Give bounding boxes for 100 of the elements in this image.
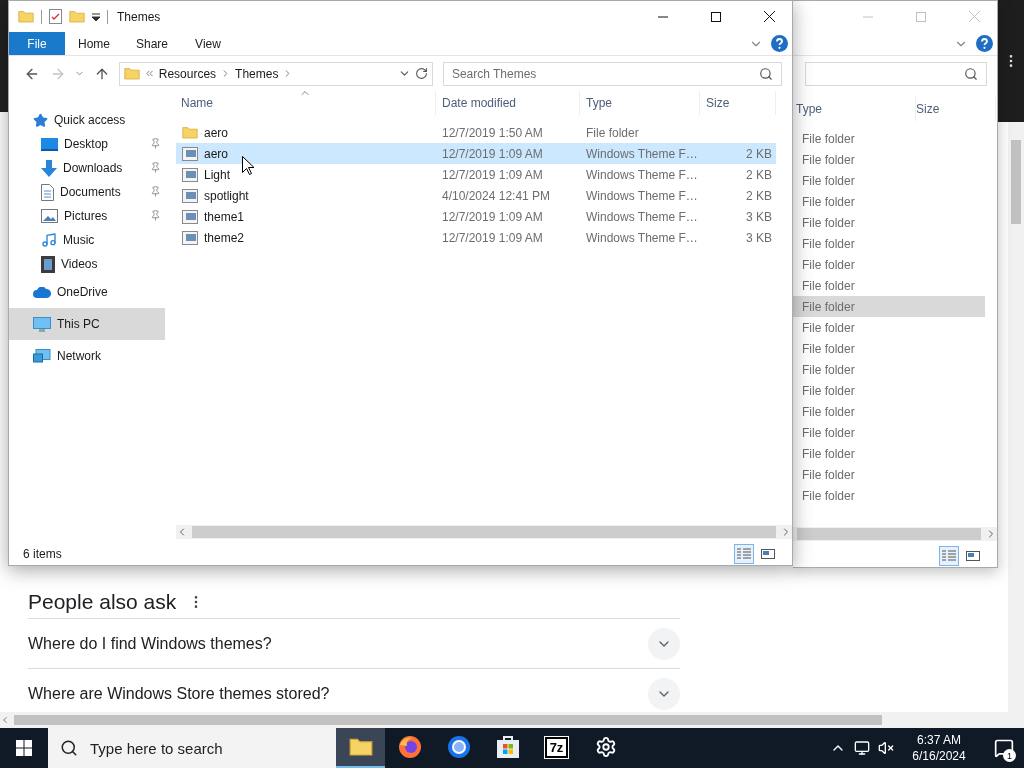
ribbon-tab[interactable]: Home (65, 32, 123, 55)
horizontal-scrollbar[interactable] (0, 712, 1024, 728)
file-row[interactable]: File folder (793, 296, 985, 317)
help-icon[interactable] (976, 35, 993, 52)
film-icon (41, 255, 55, 273)
file-row[interactable]: File folder (793, 380, 985, 401)
file-row[interactable]: theme1 12/7/2019 1:09 AM Windows Theme F… 3 KB (176, 206, 776, 227)
question-link[interactable]: Where do I find Windows themes? (28, 634, 272, 653)
file-row[interactable]: File folder (793, 485, 985, 506)
file-row[interactable]: File folder (793, 191, 985, 212)
file-row[interactable]: File folder (793, 359, 985, 380)
search-field[interactable]: Search Themes (442, 61, 782, 86)
file-row[interactable]: aero 12/7/2019 1:09 AM Windows Theme F… 2 KB (176, 143, 776, 164)
clock[interactable]: 6:37 AM 6/16/2024 (902, 732, 976, 764)
file-row[interactable]: Light 12/7/2019 1:09 AM Windows Theme F… 2 KB (176, 164, 776, 185)
overflow-icon[interactable] (143, 68, 155, 79)
maximize-icon[interactable] (711, 11, 721, 22)
file-type: Windows Theme F… (585, 188, 699, 203)
column-header[interactable]: Type (580, 91, 700, 115)
file-type: File folder (801, 131, 855, 146)
vertical-scrollbar[interactable] (1008, 122, 1024, 712)
section-heading: People also ask (28, 590, 177, 614)
horizontal-scrollbar[interactable] (793, 527, 997, 541)
nav-item[interactable]: Videos (9, 252, 165, 276)
nav-item[interactable]: Downloads (9, 156, 165, 180)
nav-item[interactable]: Desktop (9, 132, 165, 156)
refresh-icon[interactable] (414, 67, 428, 80)
nav-item[interactable]: Music (9, 228, 165, 252)
address-bar[interactable]: Resources Themes (118, 61, 433, 86)
nav-item[interactable]: Documents (9, 180, 165, 204)
column-header[interactable]: Size (700, 91, 776, 115)
file-row[interactable]: File folder (793, 254, 985, 275)
settings-icon[interactable] (594, 736, 617, 758)
close-icon[interactable] (763, 11, 775, 22)
app-label: 7z (544, 736, 569, 758)
ribbon-tab[interactable]: View (181, 32, 235, 55)
file-name: Light (203, 167, 231, 182)
ribbon-tab[interactable]: Share (123, 32, 181, 55)
file-row[interactable]: spotlight 4/10/2024 12:41 PM Windows Theme F… 2 KB (176, 185, 776, 206)
nav-item[interactable]: Network (9, 340, 165, 372)
document-icon (41, 183, 54, 201)
file-row[interactable]: File folder (793, 275, 985, 296)
notifications-button[interactable]: 1 (984, 728, 1024, 768)
file-row[interactable]: File folder (793, 317, 985, 338)
nav-item[interactable]: Quick access (9, 108, 165, 132)
folder-icon (348, 737, 373, 757)
taskbar-search-field[interactable]: Type here to search (48, 728, 336, 768)
question-link[interactable]: Where are Windows Store themes stored? (28, 684, 330, 703)
dropdown-icon[interactable] (92, 12, 100, 21)
column-header[interactable]: Type (796, 97, 916, 121)
theme-file-icon (182, 146, 198, 161)
file-row[interactable]: File folder (793, 212, 985, 233)
file-type: Windows Theme F… (585, 209, 699, 224)
nav-item[interactable]: OneDrive (9, 276, 165, 308)
scroll-left-icon[interactable] (0, 715, 10, 725)
file-size: 3 KB (745, 230, 773, 245)
music-note-icon (41, 232, 57, 248)
file-row[interactable]: File folder (793, 464, 985, 485)
window-title: Themes (117, 9, 161, 24)
store-bag-icon[interactable] (495, 735, 520, 759)
picture-icon (41, 209, 58, 223)
file-type: File folder (585, 125, 640, 140)
browser-icon[interactable] (446, 735, 471, 759)
column-header[interactable]: Name (176, 91, 436, 115)
taskbar-app[interactable]: 7z (532, 728, 581, 768)
file-row[interactable]: File folder (793, 338, 985, 359)
file-row[interactable]: File folder (793, 422, 985, 443)
network-status-icon[interactable] (854, 740, 870, 756)
file-row[interactable]: File folder (793, 149, 985, 170)
folder-icon (18, 10, 34, 23)
file-row[interactable]: File folder (793, 443, 985, 464)
file-type: File folder (801, 236, 855, 251)
new-folder-icon (69, 10, 85, 23)
search-field[interactable] (805, 61, 987, 86)
nav-item[interactable]: This PC (9, 308, 165, 340)
properties-icon[interactable] (49, 9, 62, 24)
nav-item[interactable]: Pictures (9, 204, 165, 228)
large-icons-view-icon[interactable] (761, 548, 775, 560)
large-icons-view-icon[interactable] (966, 550, 980, 562)
file-row[interactable]: aero 12/7/2019 1:50 AM File folder (176, 122, 776, 143)
column-header[interactable]: Date modified (436, 91, 580, 115)
file-row[interactable]: File folder (793, 128, 985, 149)
theme-file-icon (182, 209, 198, 224)
file-row[interactable]: File folder (793, 401, 985, 422)
file-type: Windows Theme F… (585, 146, 699, 161)
muted-speaker-icon[interactable] (878, 740, 894, 756)
computer-icon (33, 316, 51, 332)
breadcrumb-item[interactable]: Resources (158, 66, 217, 81)
help-icon[interactable] (771, 35, 788, 52)
file-type: File folder (801, 152, 855, 167)
taskbar-app[interactable] (336, 728, 385, 768)
column-header[interactable]: Size (916, 97, 996, 121)
ribbon-tab[interactable]: File (9, 32, 65, 55)
file-row[interactable]: theme2 12/7/2019 1:09 AM Windows Theme F… 3 KB (176, 227, 776, 248)
file-row[interactable]: File folder (793, 233, 985, 254)
file-row[interactable]: File folder (793, 170, 985, 191)
item-count: 6 items (23, 547, 62, 561)
mouse-cursor-icon (242, 156, 254, 175)
firefox-icon[interactable] (397, 735, 422, 759)
breadcrumb-item[interactable]: Themes (235, 66, 279, 81)
